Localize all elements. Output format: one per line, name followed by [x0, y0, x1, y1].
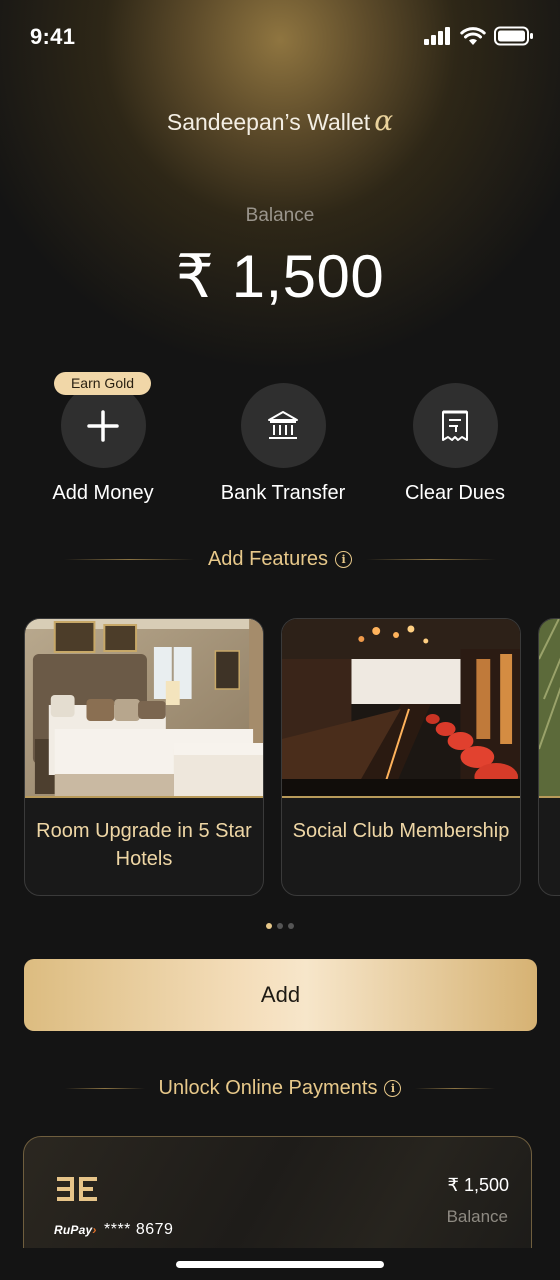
wallet-title-text: Sandeepan’s Wallet	[166, 109, 371, 135]
feature-card-label: Room Upgrade in 5 Star Hotels	[36, 820, 252, 870]
cellular-signal-icon	[424, 27, 450, 45]
social-club-image	[282, 619, 520, 796]
add-features-title: Add Features i	[207, 548, 353, 571]
feature-card-room-upgrade[interactable]: Room Upgrade in 5 Star Hotels	[24, 618, 264, 896]
feature-card-next[interactable]	[538, 618, 560, 896]
unlock-payments-title-text: Unlock Online Payments	[158, 1077, 378, 1099]
battery-icon	[494, 26, 533, 46]
balance-label: Balance	[245, 205, 315, 226]
rupay-arrow-icon: ›	[92, 1223, 97, 1237]
carousel-dot[interactable]	[288, 923, 294, 929]
section-divider	[63, 559, 194, 560]
wallet-screen: 9:41 Sandeepan’s Wallet α Balance ₹ 1,50…	[0, 0, 560, 1280]
unlock-payments-header: Unlock Online Payments i	[0, 1077, 560, 1100]
feature-card-divider	[282, 796, 520, 798]
wallet-title: Sandeepan’s Wallet α	[0, 104, 560, 137]
alpha-logo-icon: α	[374, 104, 394, 137]
carousel-dot[interactable]	[277, 923, 283, 929]
section-divider	[366, 559, 497, 560]
carousel-pagination	[0, 923, 560, 929]
clear-dues-button[interactable]: Clear Dues	[365, 383, 545, 505]
carousel-dot[interactable]	[266, 923, 272, 929]
rupay-network-text: RuPay	[54, 1223, 93, 1237]
feature-card-divider	[25, 796, 263, 798]
bank-transfer-icon-circle[interactable]	[240, 383, 326, 468]
status-icons	[424, 26, 534, 46]
balance-amount: ₹ 1,500	[175, 243, 385, 310]
info-icon[interactable]: i	[384, 1080, 402, 1097]
card-balance-amount: ₹ 1,500	[447, 1175, 510, 1195]
unlock-payments-title: Unlock Online Payments i	[159, 1077, 402, 1100]
section-divider	[415, 1088, 496, 1089]
plus-icon	[87, 409, 119, 442]
wifi-icon	[460, 26, 486, 45]
card-balance-label: Balance	[446, 1207, 508, 1226]
clear-dues-icon-circle[interactable]	[412, 383, 498, 468]
card-brand-logo-icon	[57, 1177, 97, 1201]
bank-icon	[268, 410, 298, 439]
add-features-title-text: Add Features	[207, 548, 329, 570]
receipt-icon	[442, 410, 468, 441]
next-card-image	[539, 619, 560, 796]
clear-dues-label: Clear Dues	[404, 482, 506, 504]
feature-card-social-club[interactable]: Social Club Membership	[281, 618, 521, 896]
add-features-header: Add Features i	[0, 548, 560, 571]
info-icon[interactable]: i	[335, 551, 353, 568]
status-bar: 9:41	[0, 0, 560, 74]
add-money-label: Add Money	[52, 482, 154, 504]
card-number: **** 8679	[104, 1221, 174, 1238]
section-divider	[64, 1088, 145, 1089]
bank-transfer-button[interactable]: Bank Transfer	[193, 383, 373, 505]
hotel-room-image	[25, 619, 263, 796]
feature-card-label: Social Club Membership	[292, 820, 510, 842]
add-money-icon-circle[interactable]	[60, 383, 146, 468]
feature-card-divider	[539, 796, 560, 798]
home-indicator[interactable]	[176, 1261, 384, 1268]
status-time: 9:41	[30, 24, 76, 49]
bank-transfer-label: Bank Transfer	[220, 482, 346, 504]
rupay-logo: RuPay›	[54, 1223, 97, 1237]
add-button[interactable]: Add	[24, 959, 537, 1031]
add-money-button[interactable]: Add Money	[13, 383, 193, 505]
earn-gold-badge: Earn Gold	[54, 372, 151, 395]
